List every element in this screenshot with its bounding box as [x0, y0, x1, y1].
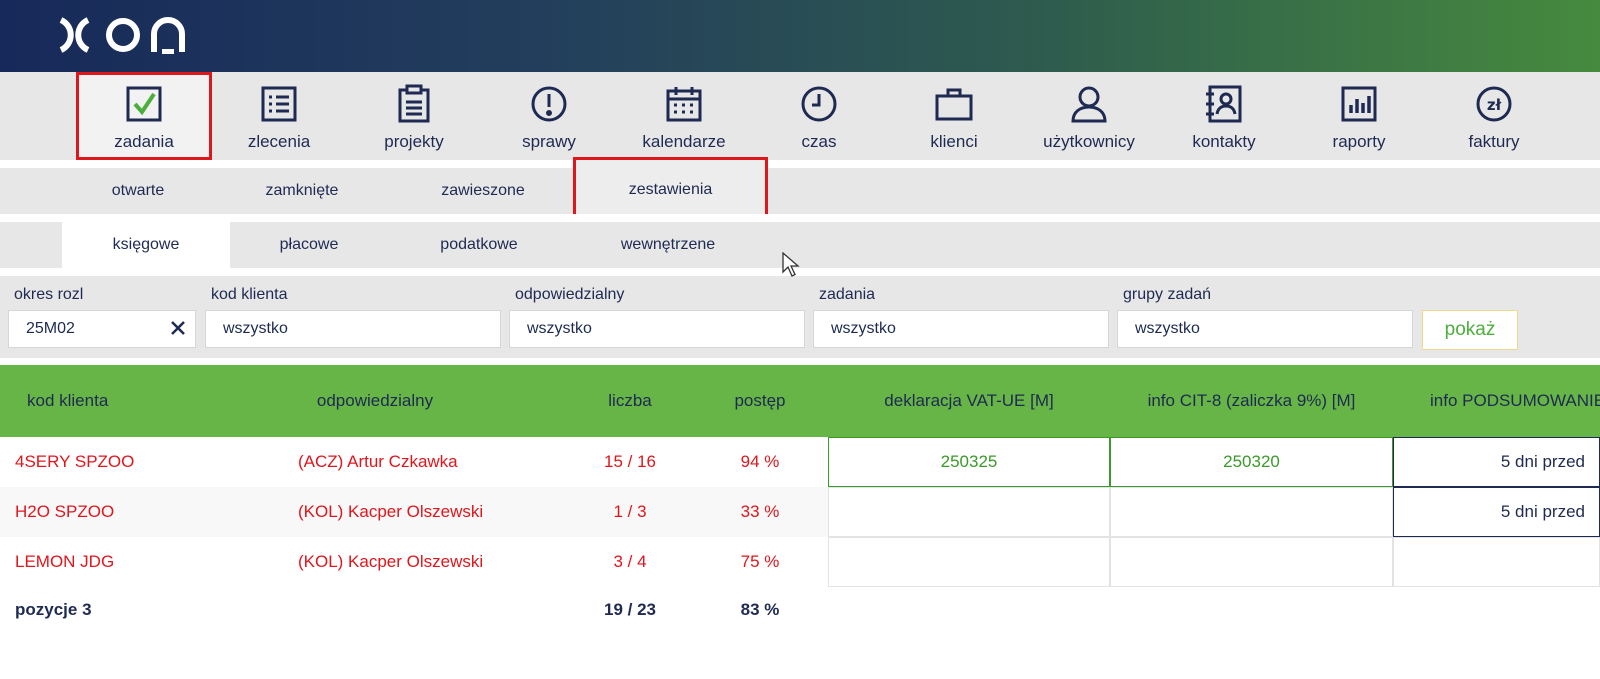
tab-placowe[interactable]: płacowe: [230, 222, 388, 268]
cell-count: 15 / 16: [604, 452, 656, 471]
table-footer: pozycje 3 19 / 23 83 %: [0, 585, 1600, 635]
period-label: okres rozl: [14, 286, 84, 303]
tab-podatkowe[interactable]: podatkowe: [396, 222, 562, 268]
app-header: [0, 0, 1600, 72]
table-row[interactable]: 4SERY SPZOO (ACZ) Artur Czkawka 15 / 16 …: [0, 437, 1600, 487]
table-gap: [0, 358, 1600, 365]
cell-progress: 33 %: [740, 502, 780, 521]
nav-item-projekty[interactable]: projekty: [346, 72, 482, 160]
tabs-gap: [0, 214, 1600, 222]
footer-label: pozycje 3: [15, 600, 92, 619]
clock-icon: [801, 86, 837, 122]
nav-item-zadania[interactable]: zadania: [76, 72, 212, 160]
show-button[interactable]: pokaż: [1422, 310, 1518, 350]
table-header: kod klienta odpowiedzialny liczba postęp…: [0, 365, 1600, 437]
cell-summary[interactable]: [1393, 537, 1600, 587]
col-header-progress[interactable]: postęp: [700, 365, 820, 437]
cell-cit8[interactable]: [1110, 537, 1393, 587]
nav-gap: [0, 160, 1600, 168]
cell-count: 3 / 4: [613, 552, 647, 571]
col-header-responsible[interactable]: odpowiedzialny: [260, 365, 490, 437]
col-header-client[interactable]: kod klienta: [27, 365, 227, 437]
briefcase-icon: [935, 88, 973, 121]
cell-summary[interactable]: 5 dni przed: [1393, 487, 1600, 537]
nav-item-sprawy[interactable]: sprawy: [481, 72, 617, 160]
footer-count: 19 / 23: [604, 600, 656, 619]
nav-label: zlecenia: [247, 132, 311, 151]
cell-progress: 75 %: [740, 552, 780, 571]
currency-icon: zł: [1476, 86, 1512, 122]
groups-label: grupy zadań: [1123, 286, 1212, 303]
tab-zawieszone[interactable]: zawieszone: [400, 168, 566, 214]
groups-select[interactable]: wszystko: [1117, 310, 1413, 348]
nav-item-uzytkownicy[interactable]: użytkownicy: [1021, 72, 1157, 160]
tasks-label: zadania: [819, 286, 876, 303]
user-icon: [1071, 86, 1107, 123]
client-select[interactable]: wszystko: [205, 310, 501, 348]
nav-item-klienci[interactable]: klienci: [886, 72, 1022, 160]
status-tabs: otwarte zamknięte zawieszone zestawienia: [0, 157, 1600, 223]
nav-item-raporty[interactable]: raporty: [1291, 72, 1427, 160]
cell-client[interactable]: LEMON JDG: [15, 537, 265, 587]
col-header-cit8[interactable]: info CIT-8 (zaliczka 9%) [M]: [1110, 365, 1393, 437]
nav-item-kalendarze[interactable]: kalendarze: [616, 72, 752, 160]
calendar-icon: [666, 87, 702, 122]
brand-logo[interactable]: [58, 16, 198, 54]
clipboard-icon: [398, 84, 430, 123]
nav-label: faktury: [1468, 132, 1520, 151]
nav-label: kalendarze: [642, 132, 726, 151]
nav-label: raporty: [1332, 132, 1386, 151]
nav-label: zadania: [114, 132, 174, 151]
cell-vat-ue[interactable]: [828, 487, 1110, 537]
col-header-summary[interactable]: info PODSUMOWANIE: [1430, 365, 1600, 437]
cell-client[interactable]: H2O SPZOO: [15, 487, 265, 537]
cell-responsible: (KOL) Kacper Olszewski: [298, 552, 484, 571]
filter-bar: okres rozl 25M02 kod klienta wszystko od…: [0, 276, 1600, 358]
nav-label: projekty: [384, 132, 444, 151]
report-tabs: księgowe płacowe podatkowe wewnętrzene: [0, 222, 1600, 268]
cell-vat-ue[interactable]: 250325: [828, 437, 1110, 487]
col-header-vat-ue[interactable]: deklaracja VAT-UE [M]: [828, 365, 1110, 437]
address-book-icon: [1206, 85, 1242, 123]
cell-summary[interactable]: 5 dni przed: [1393, 437, 1600, 487]
responsible-label: odpowiedzialny: [515, 286, 625, 303]
nav-item-czas[interactable]: czas: [751, 72, 887, 160]
cell-vat-ue[interactable]: [828, 537, 1110, 587]
nav-item-kontakty[interactable]: kontakty: [1156, 72, 1292, 160]
table-row[interactable]: LEMON JDG (KOL) Kacper Olszewski 3 / 4 7…: [0, 537, 1600, 587]
tab-ksiegowe[interactable]: księgowe: [62, 222, 230, 268]
cell-count: 1 / 3: [613, 502, 647, 521]
tab-zamkniete[interactable]: zamknięte: [230, 168, 374, 214]
clear-icon[interactable]: [168, 318, 188, 338]
list-icon: [261, 86, 297, 122]
tasks-select[interactable]: wszystko: [813, 310, 1109, 348]
cell-cit8[interactable]: 250320: [1110, 437, 1393, 487]
nav-label: sprawy: [522, 132, 576, 151]
cell-client[interactable]: 4SERY SPZOO: [15, 437, 265, 487]
client-label: kod klienta: [211, 286, 288, 303]
checkbox-icon: [126, 86, 162, 122]
cell-cit8[interactable]: [1110, 487, 1393, 537]
svg-text:zł: zł: [1487, 96, 1502, 114]
col-header-count[interactable]: liczba: [570, 365, 690, 437]
tab-wewnetrzene[interactable]: wewnętrzene: [580, 222, 756, 268]
nav-item-faktury[interactable]: zł faktury: [1426, 72, 1562, 160]
table-row[interactable]: H2O SPZOO (KOL) Kacper Olszewski 1 / 3 3…: [0, 487, 1600, 537]
exclamation-icon: [531, 86, 567, 122]
cell-responsible: (KOL) Kacper Olszewski: [298, 502, 484, 521]
nav-label: użytkownicy: [1043, 132, 1135, 151]
cell-progress: 94 %: [740, 452, 780, 471]
filters-gap: [0, 268, 1600, 276]
tab-otwarte[interactable]: otwarte: [72, 168, 204, 214]
nav-label: czas: [801, 132, 837, 151]
responsible-select[interactable]: wszystko: [509, 310, 805, 348]
nav-label: kontakty: [1192, 132, 1256, 151]
mouse-cursor-icon: [782, 252, 800, 277]
nav-label: klienci: [930, 132, 978, 151]
main-nav: zadania zlecenia projekty sprawy kalenda…: [0, 72, 1600, 160]
cell-responsible: (ACZ) Artur Czkawka: [298, 452, 458, 471]
nav-item-zlecenia[interactable]: zlecenia: [211, 72, 347, 160]
bar-chart-icon: [1341, 86, 1377, 122]
footer-progress: 83 %: [740, 600, 780, 619]
